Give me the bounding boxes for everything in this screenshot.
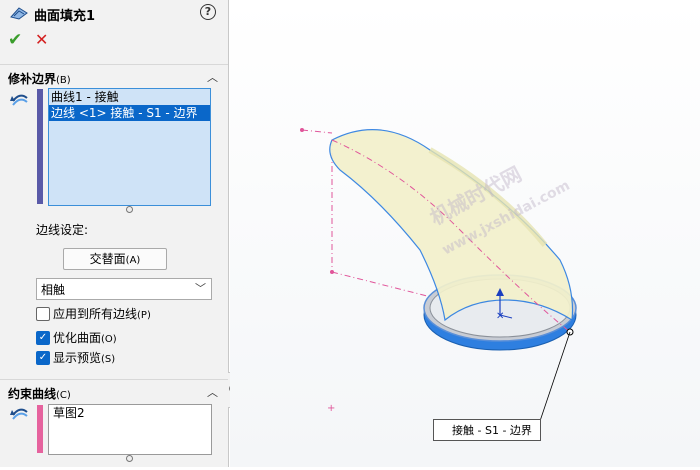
constraint-color-bar xyxy=(37,405,43,453)
svg-text:+: + xyxy=(327,403,335,414)
condition-value: 相触 xyxy=(41,283,66,297)
alternate-face-button[interactable]: 交替面(A) xyxy=(63,248,167,270)
apply-all-edges-checkbox[interactable] xyxy=(36,307,50,321)
show-preview-label: 显示预览(S) xyxy=(53,351,116,365)
surface-fill-icon xyxy=(9,5,29,24)
edge-selection-icon xyxy=(10,92,30,113)
collapse-caret-icon[interactable]: ︿ xyxy=(207,69,218,85)
condition-select[interactable]: 相触 ﹀ xyxy=(36,278,212,300)
collapse-caret-icon[interactable]: ︿ xyxy=(207,384,218,400)
apply-all-edges-label: 应用到所有边线(P) xyxy=(53,307,151,321)
patch-boundary-list[interactable]: 曲线1 - 接触 边线 <1> 接触 - S1 - 边界 xyxy=(48,88,211,206)
cancel-icon[interactable]: ✕ xyxy=(35,30,48,49)
feature-title-row: 曲面填充1 ? xyxy=(0,0,228,26)
list-resize-grip[interactable] xyxy=(126,206,133,213)
patch-boundary-header[interactable]: 修补边界(B) ︿ xyxy=(0,64,228,87)
feature-title: 曲面填充1 xyxy=(34,9,96,24)
callout-label[interactable]: 接触 - S1 - 边界 xyxy=(433,419,541,441)
chevron-down-icon: ﹀ xyxy=(195,282,206,295)
patch-boundary-shortcut: (B) xyxy=(56,75,71,86)
show-preview-checkbox[interactable]: ✓ xyxy=(36,351,50,365)
edge-settings-label: 边线设定: xyxy=(36,223,89,237)
confirm-icon[interactable]: ✔ xyxy=(8,30,22,50)
help-icon[interactable]: ? xyxy=(200,4,216,20)
list-item[interactable]: 曲线1 - 接触 xyxy=(49,89,210,105)
optimize-surface-checkbox[interactable]: ✓ xyxy=(36,331,50,345)
graphics-viewport[interactable]: ✕ + 机械时代网 www.jxshidai.com xyxy=(230,0,700,467)
selection-color-bar xyxy=(37,89,43,204)
patch-boundary-title: 修补边界 xyxy=(8,72,57,86)
curve-selection-icon xyxy=(10,406,30,427)
list-item-selected[interactable]: 边线 <1> 接触 - S1 - 边界 xyxy=(49,105,210,121)
alternate-face-shortcut: (A) xyxy=(125,255,141,266)
list-item[interactable]: 草图2 xyxy=(49,405,211,421)
alternate-face-label: 交替面 xyxy=(89,252,126,266)
constraint-curves-header[interactable]: 约束曲线(C) ︿ xyxy=(0,379,228,402)
svg-text:✕: ✕ xyxy=(496,311,504,322)
constraint-curves-list[interactable]: 草图2 xyxy=(48,404,212,455)
property-manager-panel: 曲面填充1 ? ✔ ✕ 修补边界(B) ︿ 曲线1 - 接触 边线 <1> 接触… xyxy=(0,0,229,467)
list-resize-grip[interactable] xyxy=(126,455,133,462)
constraint-curves-shortcut: (C) xyxy=(56,390,71,401)
optimize-surface-label: 优化曲面(O) xyxy=(53,331,117,345)
constraint-curves-title: 约束曲线 xyxy=(8,387,57,401)
